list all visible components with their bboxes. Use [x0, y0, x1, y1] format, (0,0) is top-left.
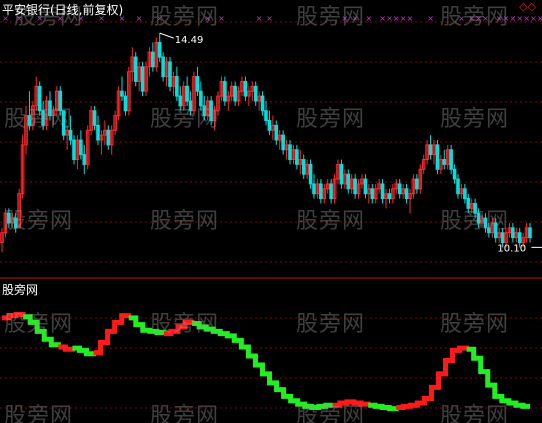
candle-body	[397, 183, 402, 195]
candle-body	[96, 124, 100, 141]
candle-body	[370, 188, 375, 200]
candle-body	[339, 163, 344, 185]
signal-marker: ×	[266, 14, 273, 23]
watermark: 股旁网	[296, 5, 366, 30]
candle-body	[363, 178, 368, 195]
candle-body	[72, 139, 76, 161]
candle-body	[511, 227, 515, 239]
signal-marker: ×	[407, 14, 414, 23]
signal-marker: ×	[379, 14, 386, 23]
candle-body	[175, 76, 179, 97]
candle-body	[92, 110, 97, 126]
signal-marker: ×	[366, 14, 373, 23]
signal-marker: ×	[386, 14, 393, 23]
signal-marker: ×	[510, 14, 517, 23]
candle-body	[404, 188, 409, 200]
signal-marker: ×	[136, 14, 143, 23]
candle-body	[312, 183, 316, 195]
candle-body	[133, 56, 138, 82]
watermark: 股旁网	[440, 404, 510, 423]
signal-marker: ×	[530, 14, 537, 23]
watermark: 股旁网	[4, 312, 74, 337]
chart-window: ×××××××××××××××××××××××××××××××××××14.49…	[0, 0, 542, 423]
candle-body	[82, 154, 87, 165]
candle-body	[428, 144, 433, 156]
indicator-line-segment	[93, 313, 132, 356]
candle-body	[463, 188, 467, 200]
candle-body	[449, 149, 453, 170]
watermark: 股旁网	[4, 404, 74, 423]
candle-body	[195, 76, 200, 92]
watermark: 股旁网	[440, 5, 510, 30]
candle-body	[452, 168, 457, 180]
watermark: 股旁网	[4, 209, 74, 234]
signal-marker: ×	[218, 14, 225, 23]
candle-body	[223, 80, 227, 102]
candle-body	[161, 56, 165, 78]
candle-body	[264, 110, 268, 121]
watermark: 股旁网	[296, 312, 366, 337]
candle-body	[288, 144, 292, 161]
candle-body	[346, 173, 351, 190]
candle-body	[295, 149, 299, 165]
signal-marker: ×	[427, 14, 434, 23]
candle-body	[281, 134, 285, 151]
candle-body	[442, 159, 447, 165]
candle-body	[528, 227, 532, 239]
candle-body	[151, 51, 155, 68]
high-arrow	[159, 32, 174, 39]
corner-diamond-icon[interactable]: ◇◇	[519, 0, 536, 13]
candle-body	[157, 41, 162, 58]
candle-body	[140, 66, 145, 92]
signal-marker: ×	[400, 14, 407, 23]
signal-marker: ×	[523, 14, 530, 23]
signal-marker: ×	[256, 14, 263, 23]
candle-body	[456, 178, 460, 195]
high-price-label: 14.49	[175, 35, 204, 46]
candle-body	[120, 90, 124, 97]
watermark: 股旁网	[150, 404, 220, 423]
candle-body	[380, 183, 385, 200]
candle-body	[168, 61, 172, 87]
indicator-line-segment	[58, 344, 75, 352]
watermark: 股旁网	[440, 209, 510, 234]
candle-body	[79, 139, 83, 156]
candle-body	[233, 85, 237, 102]
candle-body	[308, 163, 313, 185]
indicator-title: 股旁网	[2, 283, 39, 297]
low-price-label: 10.10	[497, 243, 526, 254]
candle-body	[353, 178, 357, 195]
watermark: 股旁网	[150, 312, 220, 337]
candle-body	[387, 193, 392, 200]
watermark: 股旁网	[150, 5, 220, 30]
watermark: 股旁网	[296, 404, 366, 423]
candle-body	[267, 119, 272, 131]
candle-body	[106, 129, 111, 146]
signal-marker: ×	[537, 14, 542, 23]
candle-body	[274, 124, 279, 141]
watermark: 股旁网	[440, 312, 510, 337]
watermark: 股旁网	[150, 209, 220, 234]
candle-body	[243, 80, 248, 97]
watermark: 股旁网	[296, 209, 366, 234]
watermark: 股旁网	[296, 107, 366, 132]
watermark: 股旁网	[4, 107, 74, 132]
candle-body	[319, 183, 323, 200]
chart-title: 平安银行(日线,前复权)	[2, 3, 124, 17]
candle-body	[415, 178, 419, 190]
candle-body	[517, 232, 522, 243]
signal-marker: ×	[393, 14, 400, 23]
signal-marker: ×	[516, 14, 523, 23]
indicator-line-segment	[72, 345, 97, 357]
candle-body	[435, 144, 440, 170]
candle-body	[260, 95, 265, 112]
candle-body	[123, 95, 128, 112]
watermark: 股旁网	[440, 107, 510, 132]
watermark: 股旁网	[150, 107, 220, 132]
candle-body	[301, 159, 306, 175]
indicator-line-segment	[368, 402, 399, 412]
candle-body	[329, 183, 333, 200]
candle-body	[185, 85, 189, 102]
candle-body	[253, 85, 258, 102]
